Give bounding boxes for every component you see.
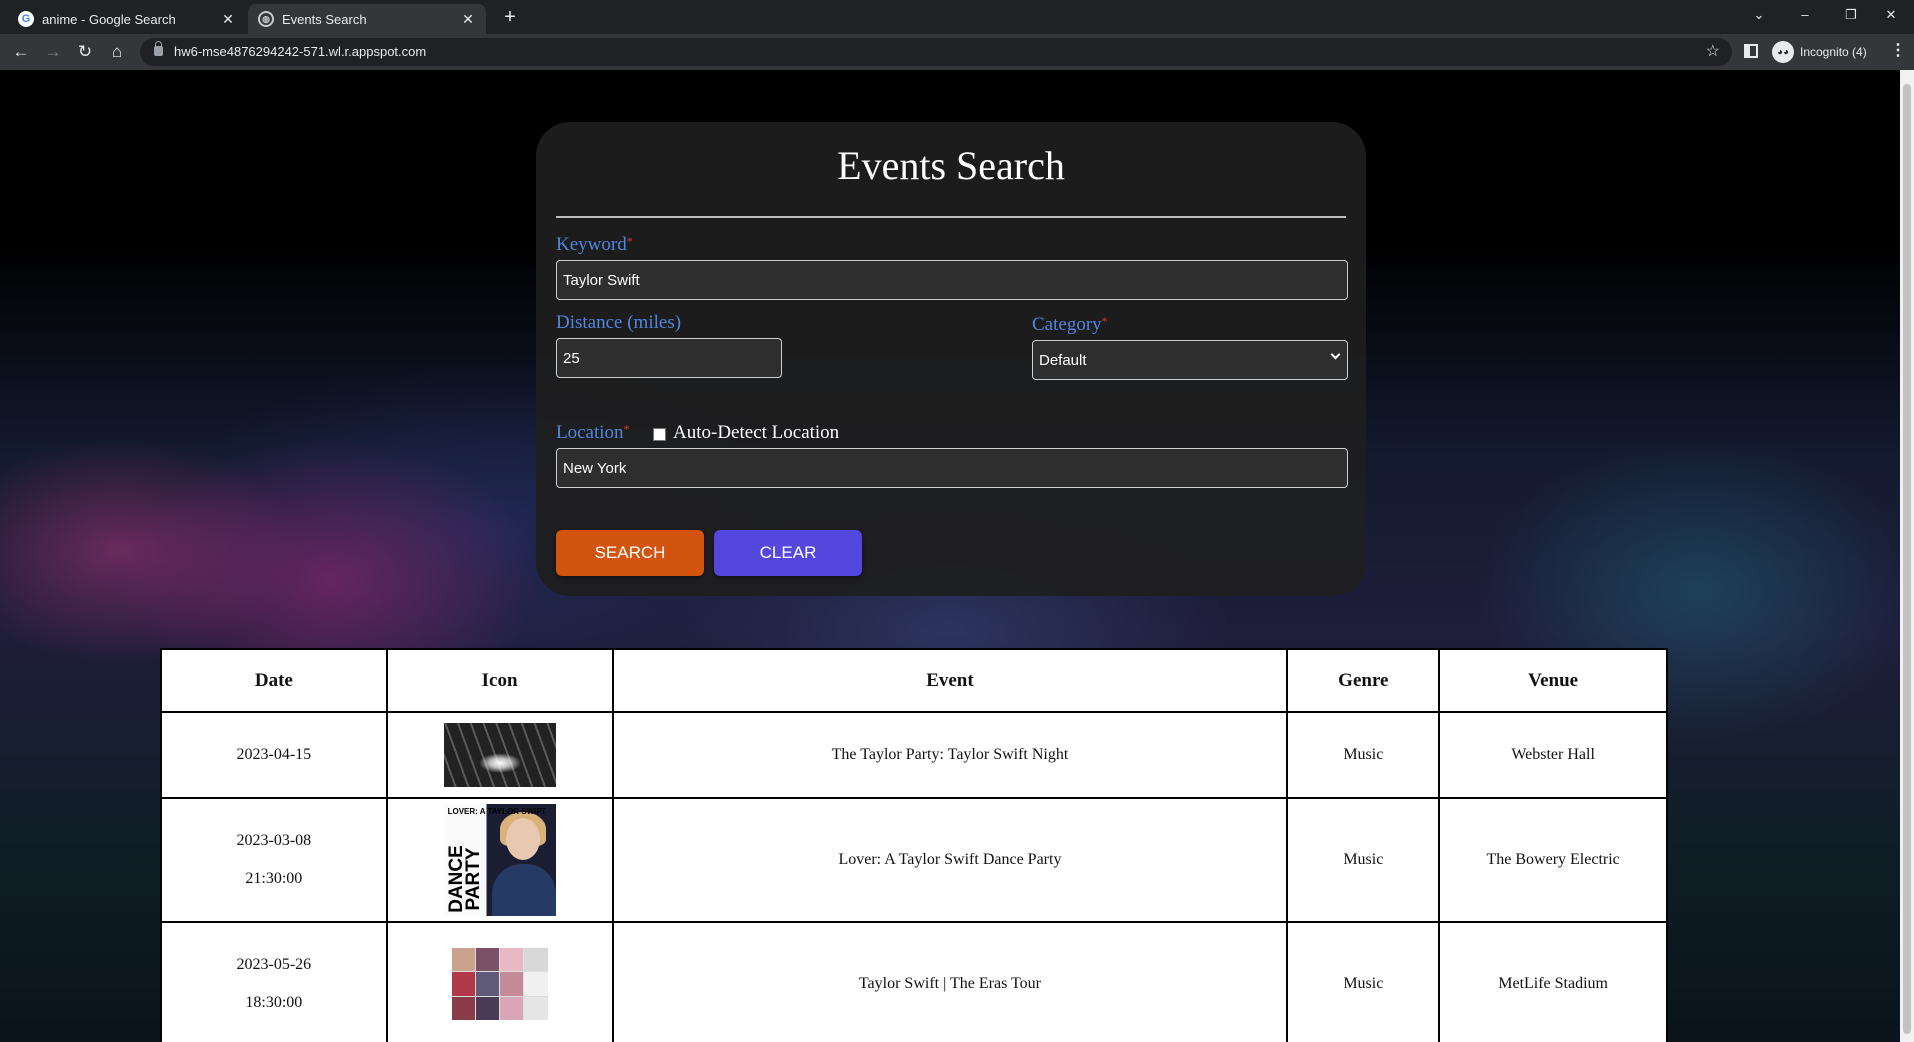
- keyword-label: Keyword*: [556, 234, 633, 255]
- header-venue[interactable]: Venue: [1438, 648, 1668, 713]
- tab-title: anime - Google Search: [42, 11, 176, 27]
- distance-input[interactable]: 25: [556, 338, 782, 378]
- header-genre[interactable]: Genre: [1286, 648, 1441, 713]
- title-divider: [556, 216, 1346, 218]
- table-header-row: Date Icon Event Genre Venue: [160, 648, 1668, 713]
- cell-genre: Music: [1286, 797, 1441, 923]
- cell-venue: The Bowery Electric: [1438, 797, 1668, 923]
- incognito-profile[interactable]: ◕◕ Incognito (4): [1772, 39, 1867, 65]
- poster-side-text: DANCE PARTY: [445, 845, 484, 913]
- cell-icon: [385, 711, 614, 799]
- reload-icon[interactable]: ↻: [72, 40, 98, 64]
- table-row[interactable]: 2023-04-15 The Taylor Party: Taylor Swif…: [160, 711, 1668, 799]
- poster-top-text: LOVER: A TAYLOR SWIFT: [447, 807, 547, 816]
- cell-event[interactable]: Lover: A Taylor Swift Dance Party: [611, 797, 1289, 923]
- new-tab-button[interactable]: +: [496, 6, 524, 30]
- auto-detect-label[interactable]: Auto-Detect Location: [673, 422, 839, 444]
- location-input[interactable]: New York: [556, 448, 1348, 488]
- required-mark: *: [626, 234, 633, 248]
- cell-icon: [385, 921, 614, 1042]
- minimize-button[interactable]: –: [1782, 0, 1828, 30]
- page-viewport: Events Search Keyword* Taylor Swift Dist…: [0, 70, 1900, 1042]
- globe-icon: ◍: [258, 11, 274, 27]
- page-title: Events Search: [837, 143, 1065, 188]
- browser-tab-events[interactable]: ◍ Events Search ✕: [248, 4, 486, 34]
- cell-date: 2023-05-26 18:30:00: [160, 921, 388, 1042]
- cell-date: 2023-03-08 21:30:00: [160, 797, 388, 923]
- tab-search-icon[interactable]: ⌄: [1736, 0, 1782, 30]
- browser-tab-bar: G anime - Google Search ✕ ◍ Events Searc…: [0, 0, 1914, 34]
- event-thumbnail: LOVER: A TAYLOR SWIFT DANCE PARTY: [443, 804, 556, 916]
- results-table: Date Icon Event Genre Venue 2023-04-15 T…: [160, 648, 1668, 1042]
- event-thumbnail: [443, 723, 556, 787]
- address-bar[interactable]: hw6-mse4876294242-571.wl.r.appspot.com ☆: [140, 38, 1732, 66]
- scrollbar-thumb[interactable]: [1903, 84, 1911, 1034]
- event-thumbnail: [451, 948, 548, 1020]
- header-date[interactable]: Date: [160, 648, 388, 713]
- required-mark: *: [1101, 314, 1108, 328]
- search-button[interactable]: SEARCH: [556, 530, 704, 576]
- clear-button[interactable]: CLEAR: [714, 530, 862, 576]
- cell-time: 21:30:00: [245, 870, 303, 887]
- table-row[interactable]: 2023-03-08 21:30:00 LOVER: A TAYLOR SWIF…: [160, 797, 1668, 923]
- category-selected-value: Default: [1039, 351, 1087, 369]
- keyword-input[interactable]: Taylor Swift: [556, 260, 1348, 300]
- cell-event[interactable]: The Taylor Party: Taylor Swift Night: [611, 711, 1289, 799]
- close-tab-icon[interactable]: ✕: [460, 11, 476, 28]
- google-icon: G: [18, 11, 34, 27]
- category-select[interactable]: Default: [1032, 340, 1348, 380]
- cell-time: 18:30:00: [245, 994, 303, 1011]
- chevron-down-icon: [1330, 349, 1341, 360]
- tab-title: Events Search: [282, 11, 367, 27]
- required-mark: *: [623, 422, 630, 436]
- lock-icon[interactable]: [154, 41, 163, 56]
- cell-genre: Music: [1286, 921, 1441, 1042]
- cell-genre: Music: [1286, 711, 1441, 799]
- page-scrollbar[interactable]: [1900, 70, 1914, 1042]
- auto-detect-checkbox[interactable]: [653, 428, 666, 441]
- bookmark-star-icon[interactable]: ☆: [1706, 41, 1720, 61]
- table-row[interactable]: 2023-05-26 18:30:00 Taylor Swift | The E…: [160, 921, 1668, 1042]
- back-icon[interactable]: ←: [8, 40, 34, 64]
- poster-outfit: [491, 864, 556, 916]
- browser-toolbar: ← → ↻ ⌂ hw6-mse4876294242-571.wl.r.appsp…: [0, 34, 1914, 70]
- close-window-button[interactable]: ✕: [1868, 0, 1914, 30]
- cell-venue: MetLife Stadium: [1438, 921, 1668, 1042]
- profile-label: Incognito (4): [1800, 45, 1867, 59]
- url-text[interactable]: hw6-mse4876294242-571.wl.r.appspot.com: [174, 44, 426, 59]
- cell-event[interactable]: Taylor Swift | The Eras Tour: [611, 921, 1289, 1042]
- distance-label: Distance (miles): [556, 312, 682, 333]
- forward-icon[interactable]: →: [40, 40, 66, 64]
- cell-venue: Webster Hall: [1438, 711, 1668, 799]
- header-event[interactable]: Event: [611, 648, 1289, 713]
- location-label: Location*: [556, 422, 630, 443]
- header-icon: Icon: [385, 648, 614, 713]
- cell-icon: LOVER: A TAYLOR SWIFT DANCE PARTY: [385, 797, 614, 923]
- home-icon[interactable]: ⌂: [104, 40, 130, 64]
- search-form-panel: Events Search Keyword* Taylor Swift Dist…: [536, 122, 1366, 596]
- incognito-icon: ◕◕: [1772, 41, 1794, 63]
- category-label: Category*: [1032, 314, 1108, 335]
- cell-date: 2023-04-15: [160, 711, 388, 799]
- more-menu-icon[interactable]: ⋮: [1890, 40, 1906, 60]
- poster-face: [505, 818, 540, 860]
- side-panel-icon[interactable]: [1744, 44, 1758, 58]
- browser-tab-google[interactable]: G anime - Google Search ✕: [8, 4, 246, 34]
- close-tab-icon[interactable]: ✕: [220, 11, 236, 28]
